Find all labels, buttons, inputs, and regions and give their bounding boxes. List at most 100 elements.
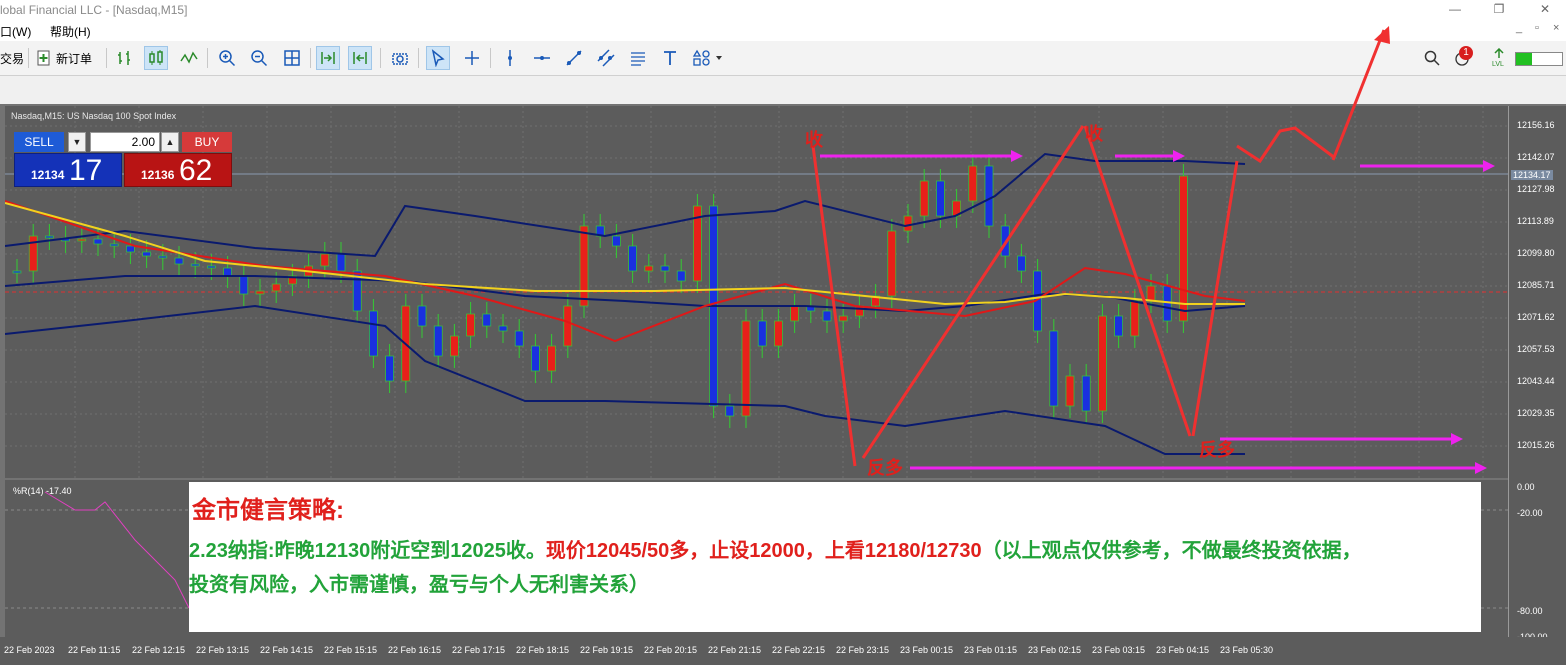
connection-status-bar: [1515, 52, 1563, 66]
time-label: 22 Feb 18:15: [516, 645, 570, 655]
candle: [126, 245, 135, 253]
main-chart[interactable]: Nasdaq,M15: US Nasdaq 100 Spot Index SEL…: [5, 106, 1508, 478]
time-label: 22 Feb 21:15: [708, 645, 762, 655]
candle: [741, 320, 751, 417]
price-label: 12113.89: [1517, 216, 1554, 226]
mdi-close-button[interactable]: ×: [1553, 22, 1559, 34]
candle: [109, 243, 119, 247]
vertical-line-icon[interactable]: [498, 46, 522, 70]
text-tool-icon[interactable]: [658, 46, 682, 70]
zoom-in-icon[interactable]: [215, 46, 239, 70]
minimize-button[interactable]: —: [1445, 2, 1465, 16]
window-title: lobal Financial LLC - [Nasdaq,M15]: [0, 3, 188, 17]
candle: [514, 330, 524, 347]
line-chart-icon[interactable]: [177, 46, 201, 70]
search-icon[interactable]: [1420, 46, 1444, 70]
crosshair-icon[interactable]: [460, 46, 484, 70]
time-label: 23 Feb 03:15: [1092, 645, 1146, 655]
candle: [936, 180, 945, 217]
lot-increase-button[interactable]: ▲: [161, 132, 179, 152]
candle: [45, 235, 54, 239]
time-label: 22 Feb 12:15: [132, 645, 186, 655]
price-label: 12015.26: [1517, 440, 1555, 450]
candle: [174, 257, 184, 265]
zoom-out-icon[interactable]: [247, 46, 271, 70]
new-order-button[interactable]: 新订单: [36, 47, 92, 69]
trade-button[interactable]: 交易: [0, 47, 24, 69]
candle: [207, 265, 216, 269]
shapes-menu-icon[interactable]: [690, 46, 726, 70]
notification-badge: 1: [1459, 46, 1473, 60]
candle: [725, 405, 735, 417]
close-button[interactable]: ✕: [1535, 2, 1555, 16]
candle: [320, 253, 330, 267]
strategy-recap: 2.23纳指:昨晚12130附近空到12025收。: [189, 540, 546, 562]
menu-help[interactable]: 帮助(H): [50, 23, 91, 40]
candlestick-icon[interactable]: [144, 46, 168, 70]
candle: [482, 313, 492, 327]
time-label: 22 Feb 20:15: [644, 645, 698, 655]
candle: [903, 215, 913, 232]
time-label: 22 Feb 19:15: [580, 645, 634, 655]
indicator-level-label: 0.00: [1517, 482, 1535, 492]
lot-decrease-button[interactable]: ▼: [68, 132, 86, 152]
restore-button[interactable]: ❐: [1489, 2, 1509, 16]
time-axis[interactable]: 22 Feb 2023 22 Feb 11:15 22 Feb 12:15 22…: [0, 637, 1566, 665]
bar-chart-icon[interactable]: [113, 46, 137, 70]
strategy-disclaimer-start: （以上观点仅供参考，不做最终投资依据，: [981, 540, 1362, 562]
williams-r-line: [44, 491, 190, 609]
candle: [757, 320, 767, 347]
toolbar-separator: [418, 48, 419, 68]
lot-size-input[interactable]: 2.00: [90, 132, 160, 152]
toolbar-separator: [106, 48, 107, 68]
price-axis[interactable]: 12156.16 12142.07 12127.98 12113.89 1209…: [1508, 106, 1566, 642]
strategy-plan: 现价12045/50多，止设12000，上看12180/12730: [545, 540, 982, 562]
menu-window[interactable]: 口(W): [0, 23, 31, 40]
mdi-restore-button[interactable]: ▫: [1535, 22, 1539, 34]
time-label: 23 Feb 04:15: [1156, 645, 1210, 655]
sell-button[interactable]: SELL: [14, 132, 64, 152]
candle: [1049, 330, 1059, 407]
candle: [1065, 375, 1075, 407]
candle: [984, 165, 994, 227]
fibonacci-icon[interactable]: [626, 46, 650, 70]
candle: [271, 283, 281, 292]
time-label: 22 Feb 15:15: [324, 645, 378, 655]
candle: [660, 265, 670, 272]
candle: [644, 265, 654, 272]
candle: [838, 315, 848, 322]
new-order-label: 新订单: [56, 51, 93, 66]
time-label: 22 Feb 13:15: [196, 645, 250, 655]
candle: [158, 255, 168, 259]
candle: [612, 235, 621, 247]
buy-button[interactable]: BUY: [182, 132, 232, 152]
tile-windows-icon[interactable]: [280, 46, 304, 70]
candle: [77, 238, 87, 242]
buy-price-box[interactable]: 12136 62: [124, 153, 232, 187]
sell-price-box[interactable]: 12134 17: [14, 153, 122, 187]
notification-icon[interactable]: 1: [1450, 46, 1474, 70]
candle: [563, 305, 573, 347]
current-price-tag: 12134.17: [1511, 170, 1553, 180]
one-click-trading-panel: SELL ▼ 2.00 ▲ BUY 12134 17 12136 62: [12, 129, 234, 189]
magenta-arrow-head: [1475, 462, 1487, 474]
candle: [774, 320, 783, 347]
horizontal-line-icon[interactable]: [530, 46, 554, 70]
signal-icon[interactable]: LVL: [1487, 46, 1511, 70]
trendline-icon[interactable]: [562, 46, 586, 70]
title-bar: lobal Financial LLC - [Nasdaq,M15] — ❐ ✕: [0, 0, 1566, 20]
magenta-arrow-head: [1451, 433, 1463, 445]
bollinger-lower: [5, 304, 1245, 455]
cursor-icon[interactable]: [426, 46, 450, 70]
candle: [223, 267, 232, 277]
mdi-minimize-button[interactable]: _: [1516, 22, 1522, 34]
svg-text:LVL: LVL: [1492, 61, 1504, 68]
candle: [1146, 285, 1156, 302]
chart-shift-icon[interactable]: [316, 46, 340, 70]
toolbar-separator: [380, 48, 381, 68]
auto-scroll-icon[interactable]: [348, 46, 372, 70]
screenshot-icon[interactable]: [388, 46, 412, 70]
annotation-reverse-long-1: 反多: [867, 458, 903, 478]
channel-icon[interactable]: [594, 46, 618, 70]
price-label: 12156.16: [1517, 120, 1555, 130]
